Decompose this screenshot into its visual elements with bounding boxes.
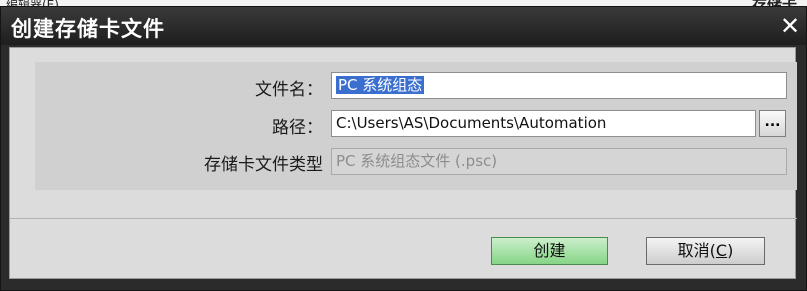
cancel-label-suffix: ) [727, 241, 734, 260]
filename-input[interactable]: PC 系统组态 [331, 72, 787, 99]
dialog-body: 文件名： PC 系统组态 路径： C:\Users\AS\Documents\A… [9, 47, 797, 279]
file-type-value: PC 系统组态文件 (.psc) [336, 152, 498, 170]
cancel-accelerator: C [715, 241, 728, 260]
file-type-field: PC 系统组态文件 (.psc) [331, 148, 787, 175]
path-value: C:\Users\AS\Documents\Automation [336, 114, 607, 132]
button-area-divider [10, 218, 797, 219]
cancel-button[interactable]: 取消(C) [646, 237, 765, 265]
browse-button[interactable]: ... [759, 110, 786, 137]
filename-label: 文件名： [255, 80, 323, 100]
close-icon[interactable]: ✕ [778, 14, 802, 38]
path-input[interactable]: C:\Users\AS\Documents\Automation [331, 110, 756, 137]
path-label: 路径： [272, 118, 323, 138]
create-button[interactable]: 创建 [491, 237, 608, 265]
file-type-label: 存储卡文件类型 [204, 155, 323, 175]
cancel-label-prefix: 取消( [677, 241, 716, 260]
form-panel: 文件名： PC 系统组态 路径： C:\Users\AS\Documents\A… [35, 62, 797, 190]
filename-value: PC 系统组态 [336, 76, 425, 94]
dialog-title: 创建存储卡文件 [11, 17, 165, 41]
dialog-title-bar[interactable]: 创建存储卡文件 ✕ [1, 7, 806, 45]
create-memory-card-file-dialog: 创建存储卡文件 ✕ 文件名： PC 系统组态 路径： C:\Users\AS\D… [0, 6, 807, 291]
